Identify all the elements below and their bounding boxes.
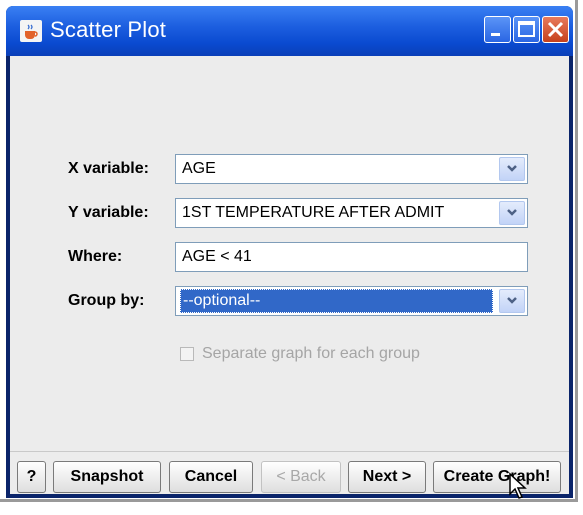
y-variable-label: Y variable: bbox=[68, 204, 149, 221]
mouse-pointer-icon bbox=[509, 472, 527, 499]
snapshot-button[interactable]: Snapshot bbox=[53, 461, 161, 493]
maximize-icon bbox=[518, 21, 535, 37]
where-label: Where: bbox=[68, 248, 123, 265]
x-variable-dropdown-arrow[interactable] bbox=[499, 157, 525, 181]
x-variable-value: AGE bbox=[182, 160, 216, 177]
close-button[interactable] bbox=[542, 16, 569, 43]
y-variable-dropdown-arrow[interactable] bbox=[499, 201, 525, 225]
where-input[interactable]: AGE < 41 bbox=[175, 242, 528, 272]
java-cup-icon bbox=[20, 20, 42, 42]
dialog-content: X variable: AGE Y variable: 1ST TEMPERAT… bbox=[10, 56, 569, 494]
title-bar[interactable]: Scatter Plot bbox=[6, 6, 573, 56]
window-title: Scatter Plot bbox=[50, 17, 167, 42]
group-by-dropdown-arrow[interactable] bbox=[499, 289, 525, 313]
x-variable-dropdown[interactable]: AGE bbox=[175, 154, 528, 184]
cancel-button[interactable]: Cancel bbox=[169, 461, 253, 493]
group-by-label: Group by: bbox=[68, 292, 145, 309]
chevron-down-icon bbox=[507, 165, 517, 172]
maximize-button[interactable] bbox=[513, 16, 540, 43]
chevron-down-icon bbox=[507, 209, 517, 216]
where-value: AGE < 41 bbox=[182, 248, 252, 265]
next-button[interactable]: Next > bbox=[348, 461, 426, 493]
x-variable-label: X variable: bbox=[68, 160, 149, 177]
chevron-down-icon bbox=[507, 297, 517, 304]
separate-graph-label: Separate graph for each group bbox=[202, 345, 420, 362]
group-by-dropdown[interactable]: --optional-- bbox=[175, 286, 528, 316]
y-variable-dropdown[interactable]: 1ST TEMPERATURE AFTER ADMIT bbox=[175, 198, 528, 228]
create-graph-button[interactable]: Create Graph! bbox=[433, 461, 561, 493]
scatter-plot-dialog: Scatter Plot X variable: AGE Y variable:… bbox=[6, 6, 573, 498]
group-by-value: --optional-- bbox=[180, 289, 493, 313]
back-button[interactable]: < Back bbox=[261, 461, 341, 493]
help-button[interactable]: ? bbox=[17, 461, 46, 493]
minimize-button[interactable] bbox=[484, 16, 511, 43]
button-bar-separator bbox=[10, 451, 569, 452]
close-icon bbox=[547, 21, 564, 38]
minimize-icon bbox=[491, 33, 500, 36]
y-variable-value: 1ST TEMPERATURE AFTER ADMIT bbox=[182, 204, 445, 221]
separate-graph-checkbox[interactable] bbox=[180, 347, 194, 361]
